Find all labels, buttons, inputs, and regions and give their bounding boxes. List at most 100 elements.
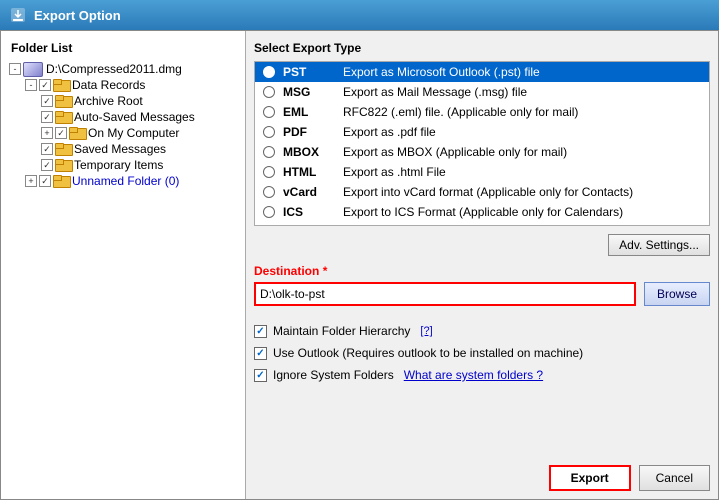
expander-unnamed-folder[interactable]: + xyxy=(25,175,37,187)
use-outlook-label: Use Outlook (Requires outlook to be inst… xyxy=(273,346,583,360)
option-row-ignore-system: Ignore System Folders What are system fo… xyxy=(254,368,710,382)
folder-icon-archive-root xyxy=(55,95,71,108)
radio-pdf[interactable] xyxy=(263,126,275,138)
export-row-pst[interactable]: PST Export as Microsoft Outlook (.pst) f… xyxy=(255,62,709,82)
folder-icon-data-records xyxy=(53,79,69,92)
destination-section: Destination * Browse xyxy=(254,264,710,306)
destination-label-text: Destination xyxy=(254,264,319,278)
radio-ics[interactable] xyxy=(263,206,275,218)
maintain-hierarchy-help[interactable]: [?] xyxy=(420,325,432,337)
tree-item-on-my-computer[interactable]: + On My Computer xyxy=(41,125,241,141)
auto-saved-label: Auto-Saved Messages xyxy=(74,110,195,124)
export-name-eml: EML xyxy=(283,105,343,119)
adv-settings-button[interactable]: Adv. Settings... xyxy=(608,234,710,256)
on-my-computer-label: On My Computer xyxy=(88,126,179,140)
main-content: Folder List - D:\Compressed2011.dmg - Da… xyxy=(0,30,719,500)
temporary-items-label: Temporary Items xyxy=(74,158,163,172)
right-panel-header: Select Export Type xyxy=(254,39,710,61)
export-desc-mbox: Export as MBOX (Applicable only for mail… xyxy=(343,145,567,159)
folder-icon-saved-messages xyxy=(55,143,71,156)
checkbox-temporary-items[interactable] xyxy=(41,159,53,171)
export-row-pdf[interactable]: PDF Export as .pdf file xyxy=(255,122,709,142)
export-row-eml[interactable]: EML RFC822 (.eml) file. (Applicable only… xyxy=(255,102,709,122)
expander-dmg[interactable]: - xyxy=(9,63,21,75)
checkbox-archive-root[interactable] xyxy=(41,95,53,107)
ignore-system-label: Ignore System Folders xyxy=(273,368,394,382)
export-name-pst: PST xyxy=(283,65,343,79)
export-type-list[interactable]: PST Export as Microsoft Outlook (.pst) f… xyxy=(254,61,710,226)
title-bar-text: Export Option xyxy=(34,8,121,23)
expander-data-records[interactable]: - xyxy=(25,79,37,91)
checkbox-ignore-system[interactable] xyxy=(254,369,267,382)
radio-mbox[interactable] xyxy=(263,146,275,158)
data-records-label: Data Records xyxy=(72,78,145,92)
cancel-button[interactable]: Cancel xyxy=(639,465,710,491)
export-name-vcard: vCard xyxy=(283,185,343,199)
radio-eml[interactable] xyxy=(263,106,275,118)
dmg-icon xyxy=(23,62,43,76)
export-row-ics[interactable]: ICS Export to ICS Format (Applicable onl… xyxy=(255,202,709,222)
export-name-mbox: MBOX xyxy=(283,145,343,159)
export-desc-pst: Export as Microsoft Outlook (.pst) file xyxy=(343,65,540,79)
checkbox-maintain-hierarchy[interactable] xyxy=(254,325,267,338)
checkbox-auto-saved[interactable] xyxy=(41,111,53,123)
title-bar: Export Option xyxy=(0,0,719,30)
export-name-html: HTML xyxy=(283,165,343,179)
expander-on-my-computer[interactable]: + xyxy=(41,127,53,139)
tree-item-dmg-root[interactable]: - D:\Compressed2011.dmg xyxy=(9,61,241,77)
export-icon xyxy=(10,7,26,23)
folder-icon-on-my-computer xyxy=(69,127,85,140)
radio-pst[interactable] xyxy=(263,66,275,78)
export-name-msg: MSG xyxy=(283,85,343,99)
checkbox-unnamed-folder[interactable] xyxy=(39,175,51,187)
options-section: Maintain Folder Hierarchy [?] Use Outloo… xyxy=(254,324,710,390)
folder-list-header: Folder List xyxy=(5,39,241,61)
maintain-hierarchy-label: Maintain Folder Hierarchy xyxy=(273,324,410,338)
export-desc-eml: RFC822 (.eml) file. (Applicable only for… xyxy=(343,105,578,119)
checkbox-on-my-computer[interactable] xyxy=(55,127,67,139)
checkbox-use-outlook[interactable] xyxy=(254,347,267,360)
export-desc-vcard: Export into vCard format (Applicable onl… xyxy=(343,185,633,199)
export-desc-msg: Export as Mail Message (.msg) file xyxy=(343,85,527,99)
browse-button[interactable]: Browse xyxy=(644,282,710,306)
tree-item-auto-saved[interactable]: Auto-Saved Messages xyxy=(41,109,241,125)
destination-required-star: * xyxy=(323,264,328,278)
export-row-msg[interactable]: MSG Export as Mail Message (.msg) file xyxy=(255,82,709,102)
tree-item-archive-root[interactable]: Archive Root xyxy=(41,93,241,109)
export-name-ics: ICS xyxy=(283,205,343,219)
export-name-pdf: PDF xyxy=(283,125,343,139)
bottom-bar: Export Cancel xyxy=(254,457,710,491)
checkbox-data-records[interactable] xyxy=(39,79,51,91)
destination-row: Browse xyxy=(254,282,710,306)
adv-settings-row: Adv. Settings... xyxy=(254,234,710,256)
option-row-use-outlook: Use Outlook (Requires outlook to be inst… xyxy=(254,346,710,360)
export-row-mbox[interactable]: MBOX Export as MBOX (Applicable only for… xyxy=(255,142,709,162)
tree-item-saved-messages[interactable]: Saved Messages xyxy=(41,141,241,157)
tree-item-data-records[interactable]: - Data Records xyxy=(25,77,241,93)
radio-msg[interactable] xyxy=(263,86,275,98)
dmg-label: D:\Compressed2011.dmg xyxy=(46,62,182,76)
saved-messages-label: Saved Messages xyxy=(74,142,166,156)
export-desc-ics: Export to ICS Format (Applicable only fo… xyxy=(343,205,623,219)
radio-html[interactable] xyxy=(263,166,275,178)
folder-icon-auto-saved xyxy=(55,111,71,124)
export-button[interactable]: Export xyxy=(549,465,631,491)
folder-icon-unnamed-folder xyxy=(53,175,69,188)
export-row-html[interactable]: HTML Export as .html File xyxy=(255,162,709,182)
destination-label: Destination * xyxy=(254,264,710,278)
unnamed-folder-label: Unnamed Folder (0) xyxy=(72,174,179,188)
archive-root-label: Archive Root xyxy=(74,94,143,108)
export-desc-pdf: Export as .pdf file xyxy=(343,125,436,139)
export-row-vcard[interactable]: vCard Export into vCard format (Applicab… xyxy=(255,182,709,202)
folder-list-panel: Folder List - D:\Compressed2011.dmg - Da… xyxy=(1,31,246,499)
ignore-system-help[interactable]: What are system folders ? xyxy=(404,368,543,382)
tree-item-unnamed-folder[interactable]: + Unnamed Folder (0) xyxy=(25,173,241,189)
checkbox-saved-messages[interactable] xyxy=(41,143,53,155)
option-row-maintain-hierarchy: Maintain Folder Hierarchy [?] xyxy=(254,324,710,338)
right-panel: Select Export Type PST Export as Microso… xyxy=(246,31,718,499)
destination-input[interactable] xyxy=(254,282,636,306)
export-desc-html: Export as .html File xyxy=(343,165,446,179)
folder-icon-temporary-items xyxy=(55,159,71,172)
radio-vcard[interactable] xyxy=(263,186,275,198)
tree-item-temporary-items[interactable]: Temporary Items xyxy=(41,157,241,173)
